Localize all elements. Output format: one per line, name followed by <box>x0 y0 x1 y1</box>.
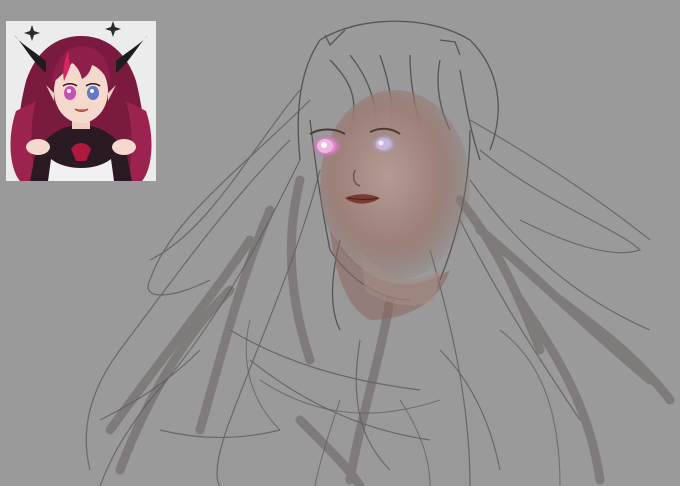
right-eye-highlight <box>378 140 384 146</box>
reference-illustration <box>6 21 156 181</box>
left-eye-highlight <box>321 142 327 148</box>
reference-image <box>6 21 156 181</box>
body-sketch <box>245 319 561 486</box>
